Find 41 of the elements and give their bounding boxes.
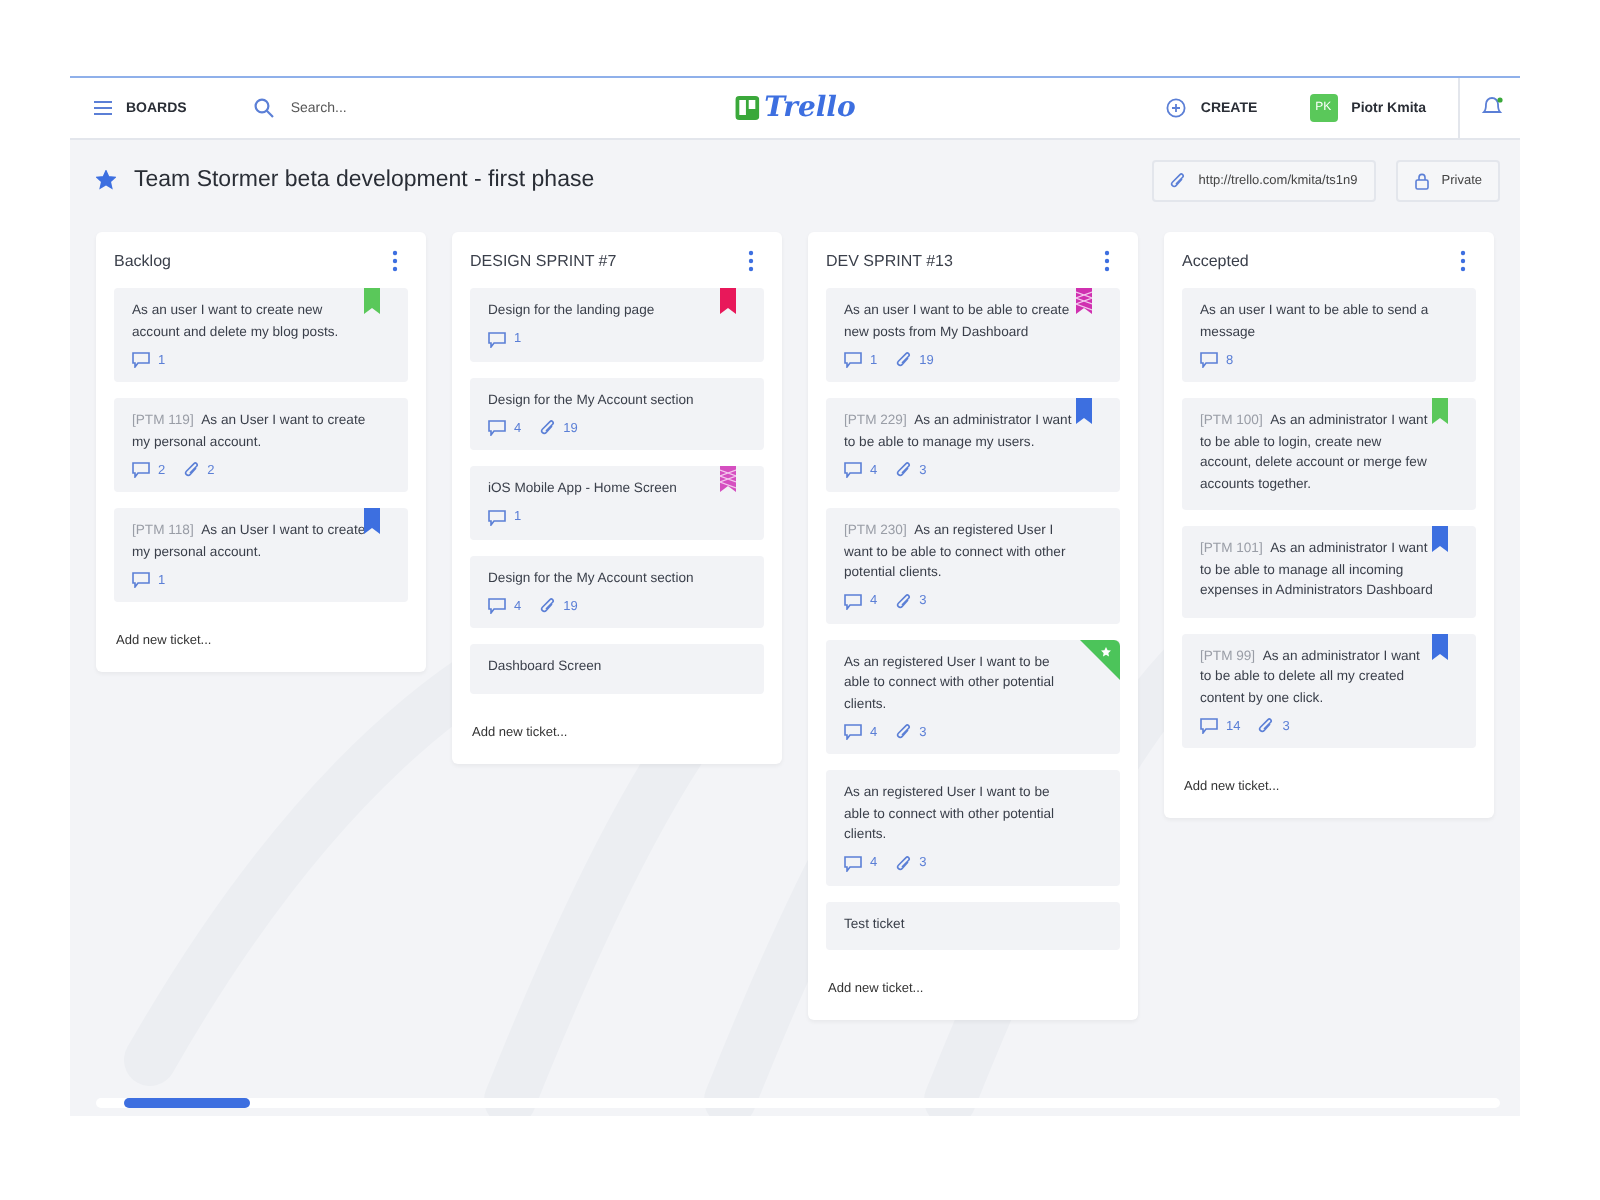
comment-icon — [844, 352, 862, 368]
list-title: Accepted — [1182, 251, 1249, 269]
paperclip-icon — [895, 724, 912, 740]
comment-icon — [132, 572, 150, 588]
list-title: Backlog — [114, 251, 171, 269]
more-icon[interactable] — [748, 249, 754, 271]
comment-icon — [488, 598, 506, 614]
comment-icon — [488, 509, 506, 525]
comment-icon — [1200, 352, 1218, 368]
comment-icon — [488, 331, 506, 347]
paperclip-icon — [1258, 718, 1275, 734]
comment-icon — [844, 855, 862, 871]
paperclip-icon — [895, 593, 912, 609]
star-icon[interactable] — [96, 170, 116, 190]
comment-icon — [1200, 718, 1218, 734]
paperclip-icon — [539, 420, 556, 436]
board-icon — [734, 96, 759, 120]
lock-icon — [1413, 171, 1430, 189]
paperclip-icon — [183, 462, 200, 478]
paperclip-icon — [895, 855, 912, 871]
list-title: DESIGN SPRINT #7 — [470, 251, 617, 269]
more-icon[interactable] — [1104, 249, 1110, 271]
paperclip-icon — [895, 462, 912, 478]
list-title: DEV SPRINT #13 — [826, 251, 953, 269]
board-title: Team Stormer beta development - first phase — [134, 168, 595, 192]
menu-icon — [94, 100, 112, 116]
comment-icon — [488, 420, 506, 436]
comment-icon — [844, 593, 862, 609]
scrollbar-thumb[interactable] — [124, 1098, 251, 1108]
paperclip-icon — [895, 352, 912, 368]
logo-text: Trello — [764, 92, 856, 124]
search-icon — [254, 98, 275, 118]
paperclip-icon — [539, 598, 556, 614]
comment-icon — [132, 462, 150, 478]
comment-icon — [844, 462, 862, 478]
plus-circle-icon — [1166, 98, 1187, 118]
paperclip-icon — [1170, 171, 1187, 189]
comment-icon — [844, 724, 862, 740]
comment-icon — [132, 352, 150, 368]
more-icon[interactable] — [1460, 249, 1466, 271]
more-icon[interactable] — [392, 249, 398, 271]
